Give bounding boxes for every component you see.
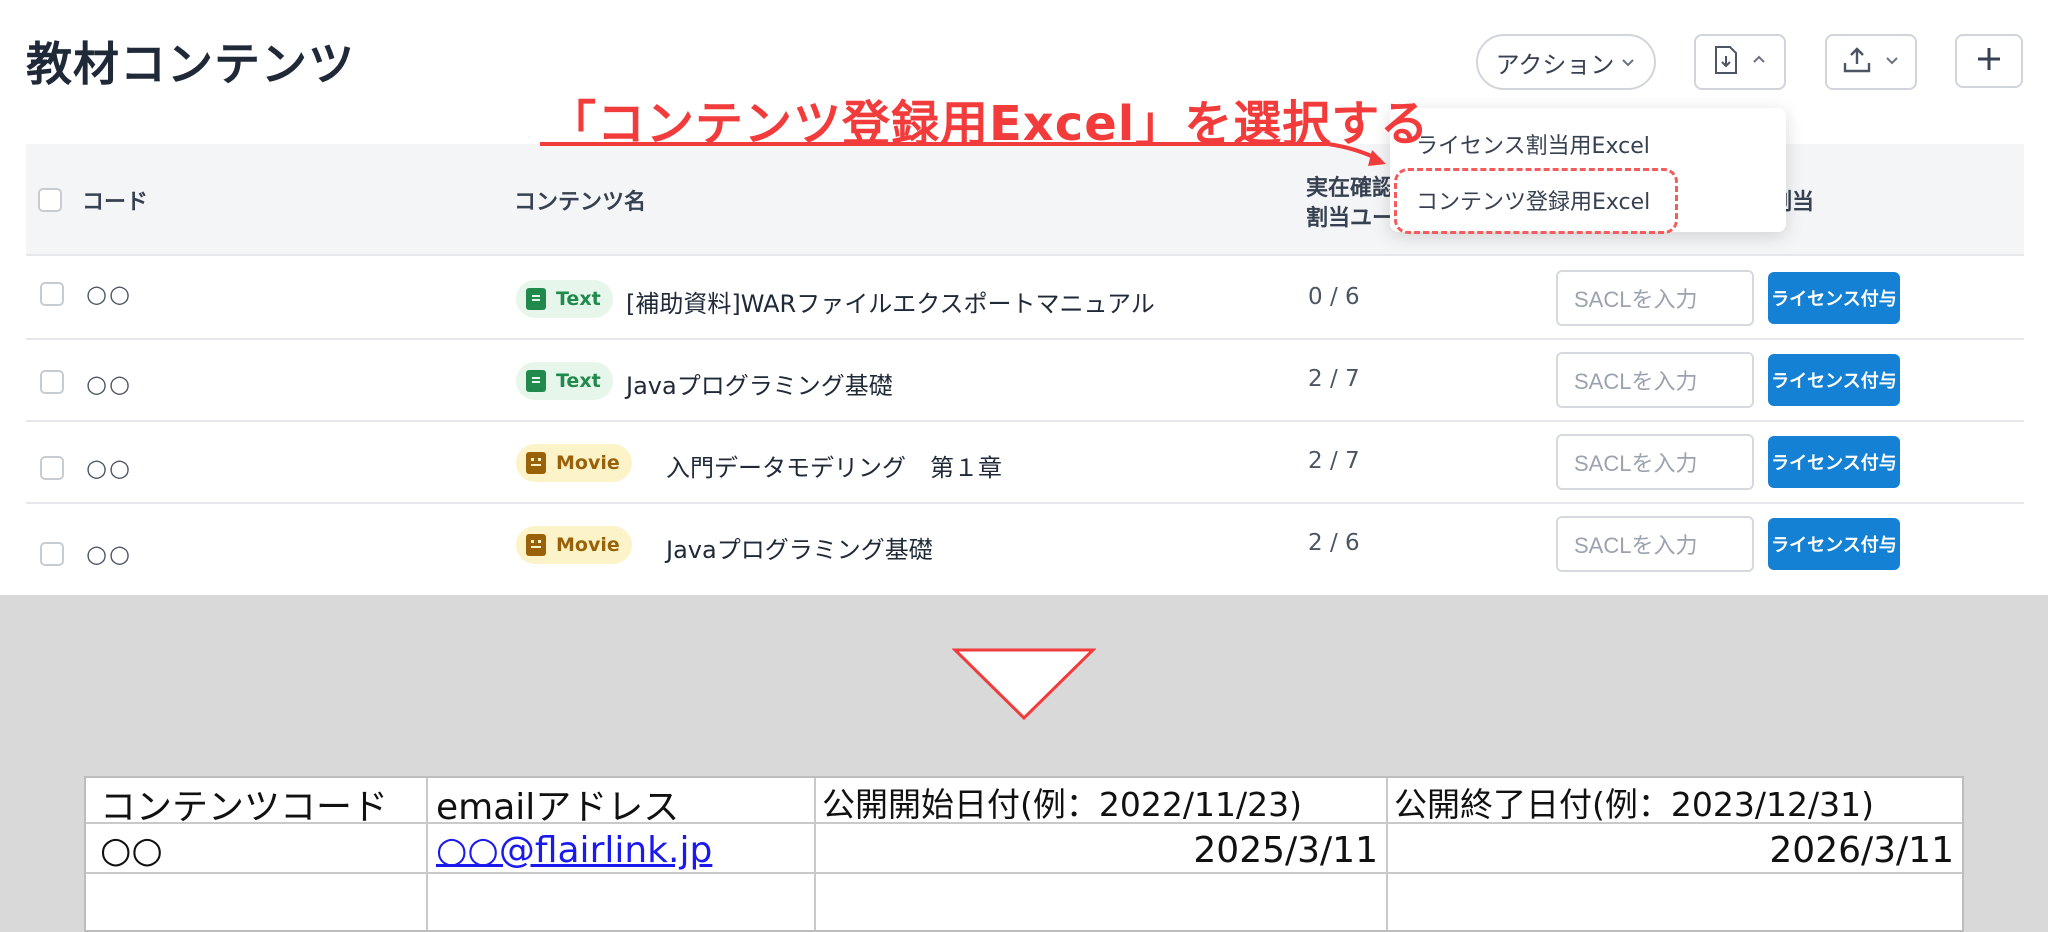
sheet-cell-end-date: 2026/3/11 bbox=[1769, 830, 1954, 871]
type-badge: Movie bbox=[516, 526, 632, 564]
select-all-checkbox[interactable] bbox=[38, 188, 62, 212]
assigned-ratio: 2 / 7 bbox=[1308, 366, 1360, 392]
menu-item-license-excel[interactable]: ライセンス割当用Excel bbox=[1416, 128, 1650, 160]
highlight-frame bbox=[1394, 168, 1678, 234]
table-row: ○○ Text [補助資料]WARファイルエクスポートマニュアル 0 / 6 S… bbox=[26, 258, 2024, 340]
app-screen: 教材コンテンツ アクション コード コンテンツ名 実在確認 割当ユー 割当 ○○… bbox=[0, 0, 2048, 595]
type-badge-label: Text bbox=[556, 288, 601, 310]
license-grant-button[interactable]: ライセンス付与 bbox=[1768, 436, 1900, 488]
sheet-header-cell: 公開終了日付(例：2023/12/31) bbox=[1394, 785, 1874, 824]
chevron-down-icon bbox=[1884, 52, 1900, 72]
table-row: ○○ Movie 入門データモデリング 第１章 2 / 7 SACLを入力 ライ… bbox=[26, 422, 2024, 504]
down-triangle-icon bbox=[952, 648, 1096, 720]
sheet-header-cell: コンテンツコード bbox=[100, 787, 389, 828]
arrow-icon bbox=[1327, 142, 1386, 166]
assigned-ratio: 0 / 6 bbox=[1308, 284, 1360, 310]
assigned-ratio: 2 / 6 bbox=[1308, 530, 1360, 556]
upload-icon bbox=[1842, 46, 1872, 78]
type-badge-label: Movie bbox=[556, 452, 620, 474]
table-row: ○○ Text Javaプログラミング基礎 2 / 7 SACLを入力 ライセン… bbox=[26, 340, 2024, 422]
row-checkbox[interactable] bbox=[40, 542, 64, 566]
upload-button[interactable] bbox=[1825, 34, 1917, 90]
sacl-input[interactable]: SACLを入力 bbox=[1556, 434, 1754, 490]
row-code: ○○ bbox=[86, 540, 132, 568]
chevron-down-icon bbox=[1620, 48, 1636, 76]
add-button[interactable] bbox=[1955, 34, 2023, 88]
sheet-cell-email[interactable]: ○○@flairlink.jp bbox=[436, 830, 712, 871]
sheet-header-cell: emailアドレス bbox=[436, 787, 680, 828]
column-header-code: コード bbox=[82, 190, 149, 215]
excel-spreadsheet: コンテンツコード emailアドレス 公開開始日付(例：2022/11/23) … bbox=[84, 776, 1964, 932]
row-checkbox[interactable] bbox=[40, 370, 64, 394]
chevron-up-icon bbox=[1751, 52, 1767, 72]
license-grant-button[interactable]: ライセンス付与 bbox=[1768, 272, 1900, 324]
type-badge: Text bbox=[516, 362, 613, 400]
row-code: ○○ bbox=[86, 280, 132, 308]
file-download-icon bbox=[1713, 45, 1739, 79]
sacl-input[interactable]: SACLを入力 bbox=[1556, 352, 1754, 408]
sheet-cell-code: ○○ bbox=[100, 830, 163, 871]
column-header-name: コンテンツ名 bbox=[514, 190, 647, 215]
row-code: ○○ bbox=[86, 370, 132, 398]
content-name: Javaプログラミング基礎 bbox=[626, 372, 893, 400]
row-checkbox[interactable] bbox=[40, 456, 64, 480]
content-name: Javaプログラミング基礎 bbox=[666, 536, 933, 564]
plus-icon bbox=[1975, 45, 2003, 77]
row-checkbox[interactable] bbox=[40, 282, 64, 306]
book-icon bbox=[526, 288, 546, 310]
type-badge-label: Movie bbox=[556, 534, 620, 556]
action-button[interactable]: アクション bbox=[1476, 34, 1656, 90]
sheet-cell-start-date: 2025/3/11 bbox=[1193, 830, 1378, 871]
film-icon bbox=[526, 452, 546, 474]
column-header-ratio-line2: 割当ユー bbox=[1306, 206, 1395, 231]
license-grant-button[interactable]: ライセンス付与 bbox=[1768, 354, 1900, 406]
sacl-input[interactable]: SACLを入力 bbox=[1556, 516, 1754, 572]
page-title: 教材コンテンツ bbox=[26, 37, 355, 91]
film-icon bbox=[526, 534, 546, 556]
download-button[interactable] bbox=[1694, 34, 1786, 90]
content-name: [補助資料]WARファイルエクスポートマニュアル bbox=[626, 290, 1155, 318]
table-row: ○○ Movie Javaプログラミング基礎 2 / 6 SACLを入力 ライセ… bbox=[26, 504, 2024, 586]
sheet-row-divider bbox=[86, 872, 1962, 874]
sheet-header-cell: 公開開始日付(例：2022/11/23) bbox=[822, 785, 1302, 824]
type-badge: Text bbox=[516, 280, 613, 318]
row-code: ○○ bbox=[86, 454, 132, 482]
assigned-ratio: 2 / 7 bbox=[1308, 448, 1360, 474]
type-badge: Movie bbox=[516, 444, 632, 482]
sacl-input[interactable]: SACLを入力 bbox=[1556, 270, 1754, 326]
annotation-underline bbox=[540, 142, 1330, 146]
type-badge-label: Text bbox=[556, 370, 601, 392]
content-name: 入門データモデリング 第１章 bbox=[666, 454, 1002, 482]
column-header-ratio-line1: 実在確認 bbox=[1306, 176, 1395, 201]
action-button-label: アクション bbox=[1495, 50, 1615, 79]
book-icon bbox=[526, 370, 546, 392]
license-grant-button[interactable]: ライセンス付与 bbox=[1768, 518, 1900, 570]
